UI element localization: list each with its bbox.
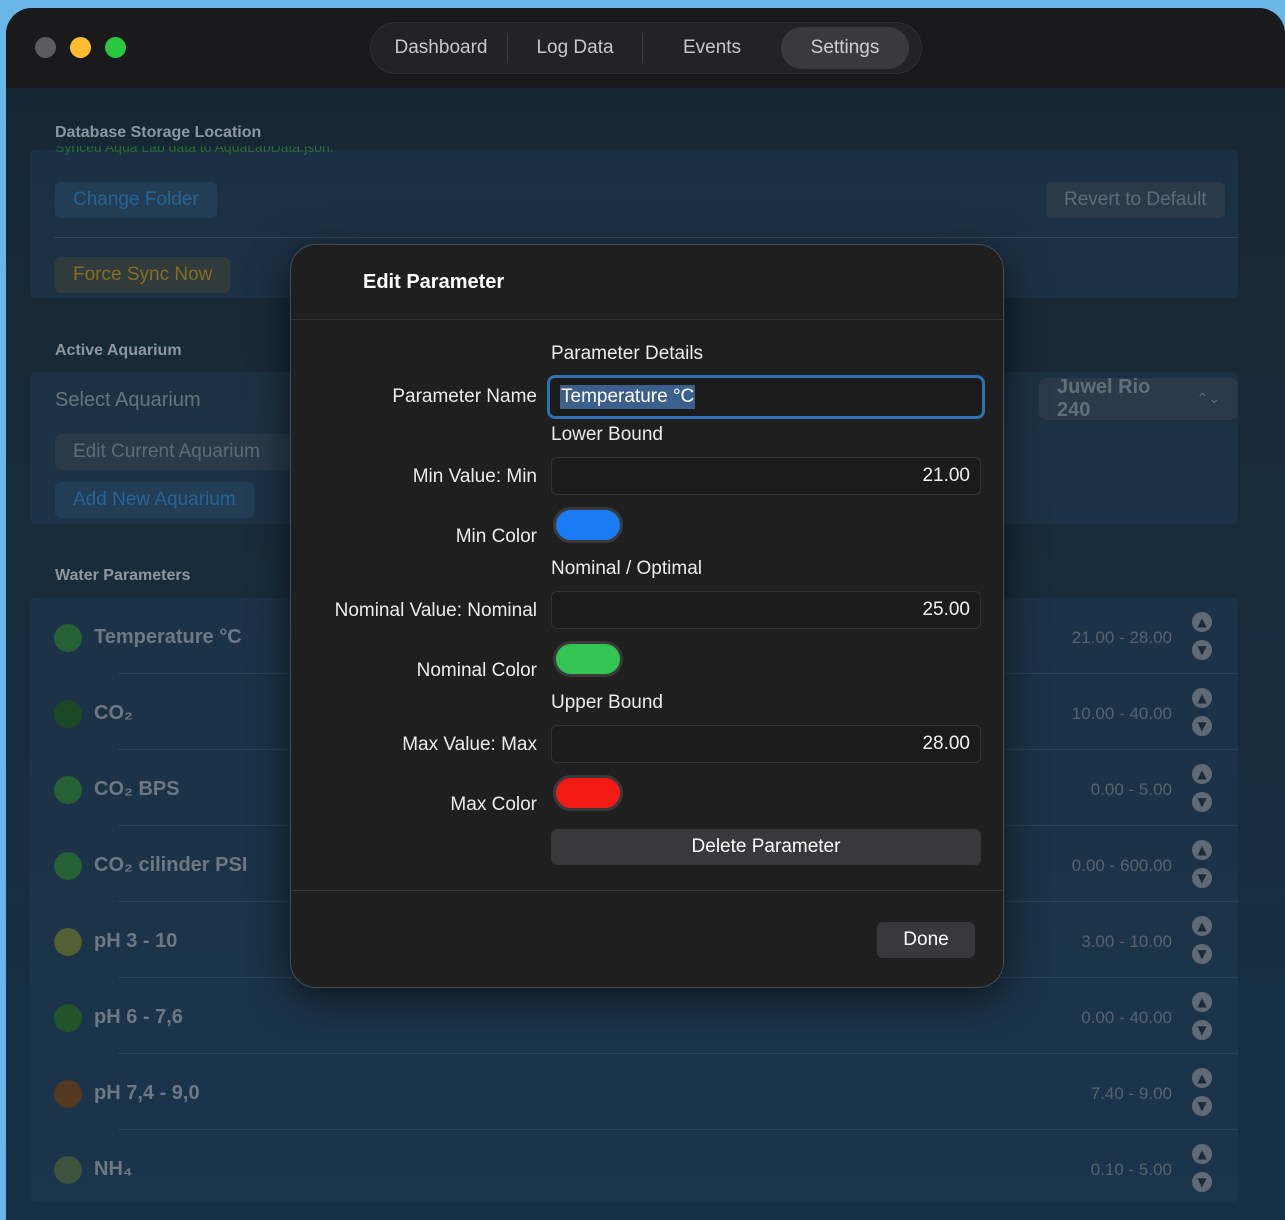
- title-bar: Dashboard Log Data Events Settings: [6, 8, 1285, 88]
- upper-bound-header: Upper Bound: [551, 692, 663, 713]
- tab-log-data[interactable]: Log Data: [508, 27, 642, 69]
- min-value-label: Min Value: Min: [412, 466, 537, 487]
- close-window-button[interactable]: [35, 37, 56, 58]
- nominal-header: Nominal / Optimal: [551, 558, 702, 579]
- dialog-footer-divider: [291, 890, 1003, 891]
- parameter-name-value: Temperature °C: [560, 385, 696, 409]
- parameter-name-field[interactable]: Temperature °C: [547, 375, 985, 419]
- min-color-well[interactable]: [553, 507, 623, 543]
- max-color-label: Max Color: [450, 794, 537, 815]
- edit-parameter-dialog: Edit Parameter Parameter Details Paramet…: [290, 244, 1004, 988]
- main-tab-bar: Dashboard Log Data Events Settings: [370, 22, 922, 74]
- nominal-value-label: Nominal Value: Nominal: [334, 600, 537, 621]
- minimize-window-button[interactable]: [70, 37, 91, 58]
- min-color-label: Min Color: [455, 526, 537, 547]
- parameter-name-label: Parameter Name: [392, 386, 537, 407]
- maximize-window-button[interactable]: [105, 37, 126, 58]
- dialog-header-divider: [291, 319, 1003, 320]
- nominal-value-field[interactable]: 25.00: [551, 591, 981, 629]
- delete-parameter-button[interactable]: Delete Parameter: [551, 829, 981, 865]
- max-color-well[interactable]: [553, 775, 623, 811]
- max-value-field[interactable]: 28.00: [551, 725, 981, 763]
- tab-events[interactable]: Events: [643, 27, 781, 69]
- dialog-title: Edit Parameter: [363, 271, 505, 293]
- parameter-details-header: Parameter Details: [551, 343, 704, 364]
- tab-dashboard[interactable]: Dashboard: [375, 27, 507, 69]
- lower-bound-header: Lower Bound: [551, 424, 663, 445]
- tab-settings[interactable]: Settings: [781, 27, 909, 69]
- nominal-color-label: Nominal Color: [416, 660, 537, 681]
- max-value-label: Max Value: Max: [402, 734, 537, 755]
- done-button[interactable]: Done: [877, 922, 975, 958]
- min-value-field[interactable]: 21.00: [551, 457, 981, 495]
- app-window: Dashboard Log Data Events Settings Datab…: [6, 8, 1285, 1220]
- nominal-color-well[interactable]: [553, 641, 623, 677]
